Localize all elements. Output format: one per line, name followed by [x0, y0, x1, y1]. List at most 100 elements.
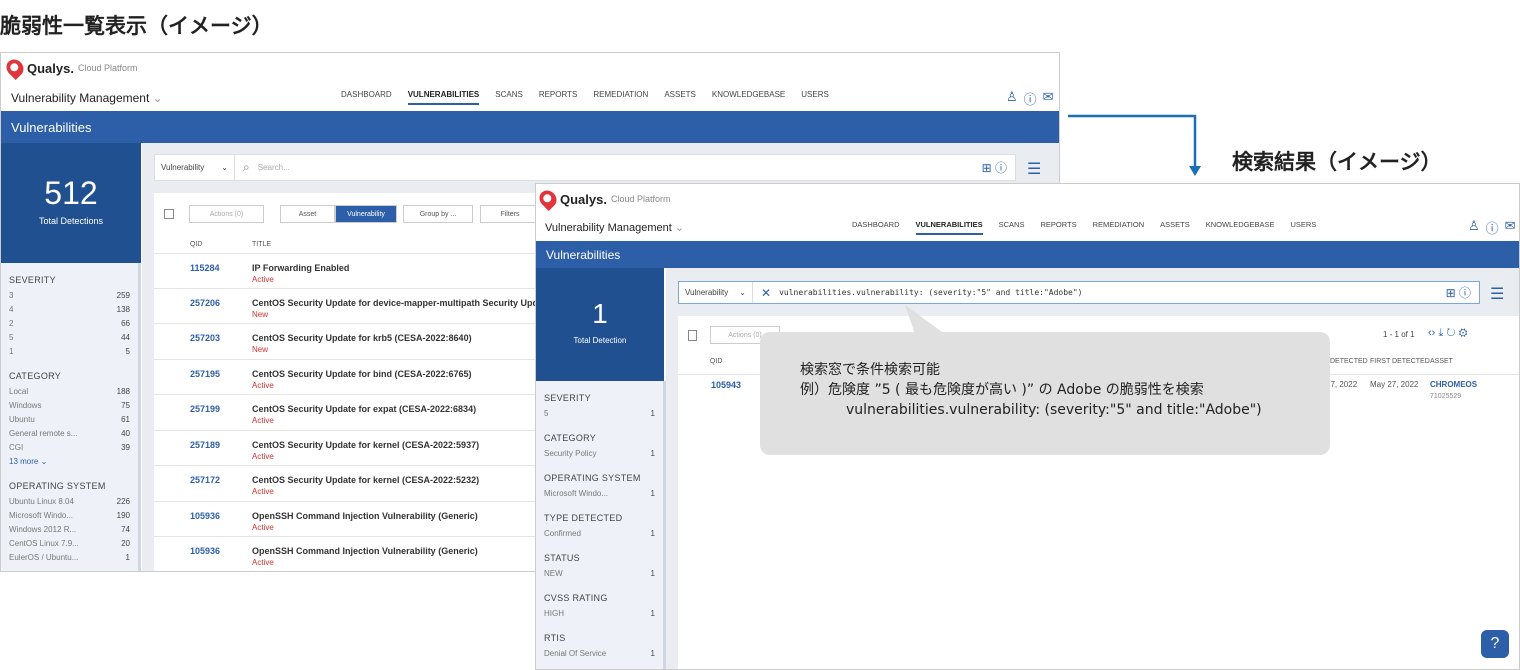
qid-link[interactable]: 105936 [190, 546, 220, 556]
vuln-title[interactable]: OpenSSH Command Injection Vulnerability … [252, 511, 478, 521]
facet-item[interactable]: Ubuntu 61 [9, 413, 130, 427]
group-by-dropdown[interactable]: Group by ... [403, 205, 473, 223]
facet-item[interactable]: Ubuntu Linux 8.04 226 [9, 495, 130, 509]
add-icon[interactable]: ⊞ ⓘ [1446, 284, 1471, 301]
main-nav: DASHBOARD VULNERABILITIES SCANS REPORTS REME… [852, 220, 1316, 235]
nav-assets[interactable]: ASSETS [664, 90, 696, 105]
nav-users[interactable]: USERS [1290, 220, 1316, 235]
vuln-title[interactable]: CentOS Security Update for expat (CESA-2… [252, 404, 476, 414]
clear-icon[interactable]: ✕ [761, 286, 771, 300]
search-type-select[interactable]: Vulnerability ⌄ [155, 155, 235, 180]
vuln-title[interactable]: CentOS Security Update for device-mapper… [252, 298, 543, 308]
status-label: Active [252, 558, 274, 567]
qid-link[interactable]: 115284 [190, 263, 220, 273]
facet-item[interactable]: Local 188 [9, 385, 130, 399]
vuln-title[interactable]: CentOS Security Update for kernel (CESA-… [252, 475, 479, 485]
app-switcher[interactable]: Vulnerability Management ⌄ [545, 221, 684, 234]
facet-item[interactable]: 3 259 [9, 289, 130, 303]
qid-link[interactable]: 257199 [190, 404, 220, 414]
show-more-link[interactable]: 13 more ⌄ [9, 455, 130, 469]
facet-item[interactable]: Security Policy 1 [544, 447, 655, 461]
nav-dashboard[interactable]: DASHBOARD [852, 220, 900, 235]
facet-item[interactable]: Windows 2012 R... 74 [9, 523, 130, 537]
status-label: Active [252, 416, 274, 425]
select-all-checkbox[interactable] [688, 330, 697, 341]
nav-users[interactable]: USERS [801, 90, 829, 105]
col-asset: ASSET [1430, 358, 1453, 365]
search-bar[interactable]: Vulnerability ⌄ ⌕ Search... ⊞ ⓘ [154, 154, 1016, 181]
qid-link[interactable]: 105936 [190, 511, 220, 521]
facet-item[interactable]: 2 66 [9, 317, 130, 331]
facet-item[interactable]: General remote s... 40 [9, 427, 130, 441]
qid-link[interactable]: 257206 [190, 298, 220, 308]
nav-vulnerabilities[interactable]: VULNERABILITIES [407, 90, 480, 105]
facet-item[interactable]: EulerOS / Ubuntu... 1 [9, 551, 130, 565]
nav-knowledgebase[interactable]: KNOWLEDGEBASE [1206, 220, 1275, 235]
qid-link[interactable]: 257203 [190, 333, 220, 343]
user-icon[interactable]: ♙ [1006, 89, 1018, 108]
vuln-title[interactable]: IP Forwarding Enabled [252, 263, 349, 273]
help-icon[interactable]: ⓘ [1486, 218, 1499, 237]
search-bar[interactable]: Vulnerability ⌄ ✕ vulnerabilities.vulnera… [678, 281, 1480, 304]
filters-button[interactable]: Filters [480, 205, 540, 223]
status-label: Active [252, 380, 274, 390]
pager-icons[interactable]: ‹› ⤓ ↻ ⚙ [1428, 327, 1468, 340]
app-switcher[interactable]: Vulnerability Management ⌄ [11, 91, 163, 105]
asset-link[interactable]: CHROMEOS [1430, 380, 1477, 389]
mail-icon[interactable]: ✉ [1505, 218, 1516, 237]
toggle-asset[interactable]: Asset [280, 205, 335, 223]
qid-link[interactable]: 105943 [711, 380, 741, 390]
facet-item[interactable]: Windows 75 [9, 399, 130, 413]
filter-sidebar: SEVERITY 3 259 4 138 2 66 5 44 1 5 CATEGORY Local 188… [1, 263, 141, 571]
add-icon[interactable]: ⊞ ⓘ [982, 159, 1007, 176]
help-icon[interactable]: ⓘ [1024, 89, 1037, 108]
actions-dropdown[interactable]: Actions (0) [189, 205, 264, 223]
facet-item[interactable]: Microsoft Windo... 1 [544, 487, 655, 501]
nav-dashboard[interactable]: DASHBOARD [341, 90, 392, 105]
qid-link[interactable]: 257195 [190, 369, 220, 379]
nav-remediation[interactable]: REMEDIATION [593, 90, 648, 105]
facet-item[interactable]: 15 [9, 345, 130, 359]
nav-reports[interactable]: REPORTS [1040, 220, 1076, 235]
toggle-vulnerability[interactable]: Vulnerability [335, 205, 397, 223]
vuln-title[interactable]: CentOS Security Update for bind (CESA-20… [252, 369, 472, 379]
search-input[interactable]: Search... [258, 163, 290, 172]
qualys-logo: Qualys. Cloud Platform [536, 186, 671, 212]
mail-icon[interactable]: ✉ [1043, 89, 1054, 108]
facet-item[interactable]: 4 138 [9, 303, 130, 317]
nav-scans[interactable]: SCANS [495, 90, 523, 105]
facet-item[interactable]: CentOS Linux 7.9... 20 [9, 537, 130, 551]
nav-vulnerabilities[interactable]: VULNERABILITIES [915, 220, 983, 235]
qid-link[interactable]: 257189 [190, 440, 220, 450]
search-input[interactable]: vulnerabilities.vulnerability: (severity… [779, 288, 1082, 297]
vuln-title[interactable]: OpenSSH Command Injection Vulnerability … [252, 546, 478, 556]
search-icon: ⌕ [243, 160, 250, 174]
nav-remediation[interactable]: REMEDIATION [1093, 220, 1145, 235]
facet-item[interactable]: 5 44 [9, 331, 130, 345]
col-qid: QID [190, 241, 203, 248]
nav-scans[interactable]: SCANS [999, 220, 1025, 235]
vuln-title[interactable]: CentOS Security Update for krb5 (CESA-20… [252, 333, 472, 343]
nav-assets[interactable]: ASSETS [1160, 220, 1190, 235]
facet-item[interactable]: Microsoft Windo... 190 [9, 509, 130, 523]
col-first-detected: FIRST DETECTED [1370, 358, 1430, 365]
facet-title: CATEGORY [544, 433, 597, 443]
vuln-title[interactable]: CentOS Security Update for kernel (CESA-… [252, 440, 479, 450]
facet-item[interactable]: CGI 39 [9, 441, 130, 455]
search-type-select[interactable]: Vulnerability ⌄ [679, 282, 753, 303]
last-detected: 27, 2022 [1326, 380, 1358, 389]
facet-title: OPERATING SYSTEM [544, 473, 641, 483]
menu-icon[interactable]: ☰ [1027, 159, 1041, 179]
help-chat-button[interactable]: ? [1481, 630, 1509, 658]
facet-item[interactable]: Denial Of Service 1 [544, 647, 655, 661]
facet-item[interactable]: NEW 1 [544, 567, 655, 581]
qid-link[interactable]: 257172 [190, 475, 220, 485]
facet-item[interactable]: 51 [544, 407, 655, 421]
facet-item[interactable]: HIGH 1 [544, 607, 655, 621]
select-all-checkbox[interactable] [164, 209, 174, 219]
facet-item[interactable]: Confirmed 1 [544, 527, 655, 541]
nav-knowledgebase[interactable]: KNOWLEDGEBASE [712, 90, 785, 105]
menu-icon[interactable]: ☰ [1490, 284, 1504, 304]
nav-reports[interactable]: REPORTS [539, 90, 578, 105]
user-icon[interactable]: ♙ [1468, 218, 1480, 237]
